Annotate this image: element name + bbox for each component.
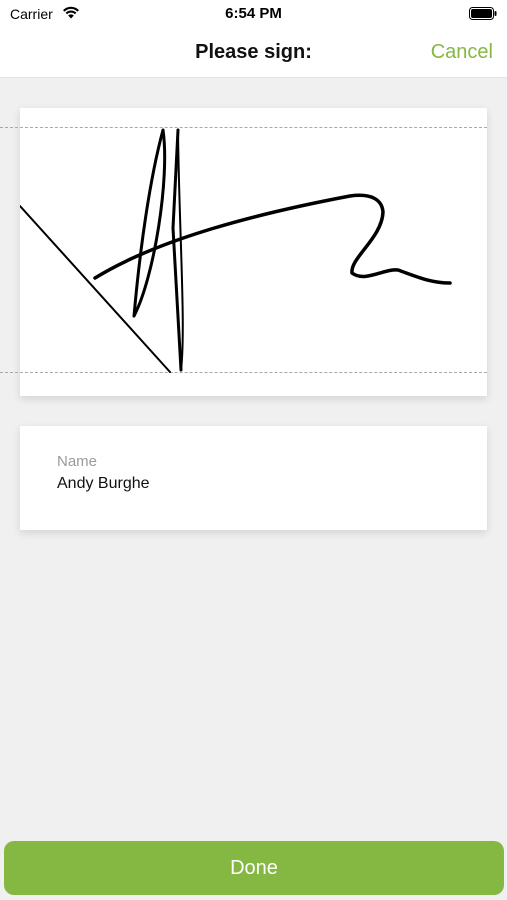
name-value[interactable]: Andy Burghe	[57, 475, 150, 493]
done-button[interactable]: Done	[4, 841, 504, 895]
status-time: 6:54 PM	[225, 5, 282, 22]
signature-screen: Carrier 6:54 PM Please sign: Cancel Name…	[0, 0, 507, 900]
name-label: Name	[57, 453, 98, 470]
battery-icon	[469, 7, 497, 20]
cancel-button[interactable]: Cancel	[431, 41, 493, 64]
navigation-bar: Please sign: Cancel	[0, 28, 507, 78]
status-bar: Carrier 6:54 PM	[0, 0, 507, 28]
handwritten-signature	[20, 128, 452, 373]
name-field[interactable]: Name Andy Burghe	[20, 426, 487, 530]
